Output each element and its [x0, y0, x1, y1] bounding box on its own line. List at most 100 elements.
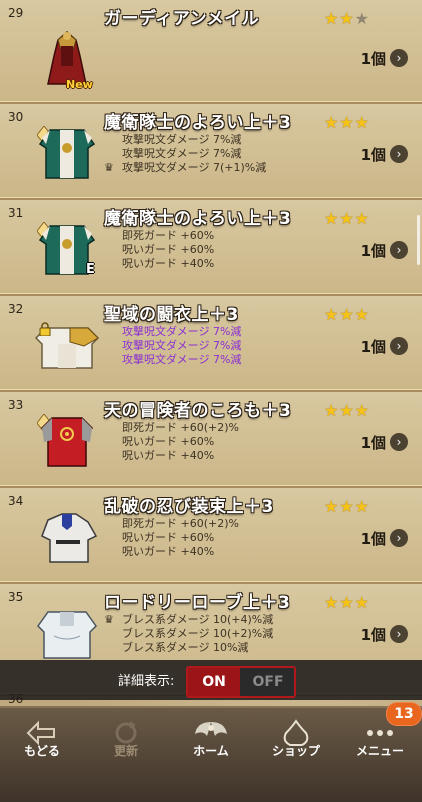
item-count: 1個 [360, 50, 386, 68]
stat-list: 攻撃呪文ダメージ 7%減 攻撃呪文ダメージ 7%減 攻撃呪文ダメージ 7%減 [104, 325, 241, 367]
chevron-right-icon[interactable]: › [390, 529, 408, 547]
star-icon: ★ [323, 113, 340, 132]
star-icon: ★ [339, 401, 355, 420]
star-icon: ★ [323, 401, 340, 420]
item-name: 魔衛隊士のよろい上＋3 [104, 209, 292, 229]
stat-line: ♛ 攻撃呪文ダメージ 7(+1)%減 [104, 161, 267, 174]
chevron-right-icon[interactable]: › [390, 241, 408, 259]
rarity-stars: ★★★ [324, 9, 370, 28]
star-icon: ★ [354, 113, 370, 132]
item-count: 1個 [360, 146, 386, 164]
stat-line: 攻撃呪文ダメージ 7%減 [122, 339, 242, 352]
detail-display-label: 詳細表示: [118, 674, 175, 689]
star-empty-icon: ★ [354, 9, 370, 28]
lock-icon [39, 322, 51, 336]
stat-line: 呪いガード +40% [122, 449, 215, 462]
slime-crown-icon: ♛ [104, 613, 114, 626]
item-count: 1個 [360, 242, 386, 260]
list-item[interactable]: 33 天の冒険者のころも＋3 ★★★ 即死ガード +60(+2)% 呪いガード … [0, 392, 422, 488]
list-item[interactable]: 32 聖域の闘衣上＋3 ★★★ 攻撃呪文ダメージ 7%減 攻撃呪文ダメージ 7%… [0, 296, 422, 392]
item-count: 1個 [360, 434, 386, 452]
chevron-right-icon[interactable]: › [390, 337, 408, 355]
stat-line: 攻撃呪文ダメージ 7%減 [122, 147, 242, 160]
nav-refresh-button[interactable]: 更新 [84, 708, 168, 802]
detail-toggle[interactable]: ON OFF [186, 666, 296, 698]
nav-label: メニュー [355, 744, 404, 758]
item-name: 魔衛隊士のよろい上＋3 [104, 113, 292, 133]
equipped-tag: E [86, 262, 95, 277]
stat-line: 呪いガード +60% [122, 435, 215, 448]
scrollbar[interactable] [417, 215, 420, 265]
rarity-stars: ★★★ [324, 113, 370, 132]
rarity-stars: ★★★ [324, 209, 370, 228]
stat-line: 呪いガード +60% [122, 243, 215, 256]
star-icon: ★ [354, 401, 370, 420]
item-number: 29 [8, 6, 24, 20]
star-icon: ★ [323, 305, 340, 324]
stat-line: ブレス系ダメージ 10%減 [122, 641, 249, 654]
chevron-right-icon[interactable]: › [390, 433, 408, 451]
robe-red-icon [40, 417, 94, 467]
nav-home-button[interactable]: ホーム [168, 708, 254, 802]
item-count: 1個 [360, 338, 386, 356]
rarity-stars: ★★★ [324, 401, 370, 420]
chevron-right-icon[interactable]: › [390, 145, 408, 163]
list-item[interactable]: 30 魔衛隊士のよろい上＋3 ★★★ 攻撃呪文ダメージ 7%減 攻撃呪文ダメージ… [0, 104, 422, 200]
stat-line: 呪いガード +60% [122, 531, 215, 544]
star-icon: ★ [323, 209, 340, 228]
star-icon: ★ [339, 9, 355, 28]
star-icon: ★ [323, 497, 340, 516]
star-icon: ★ [354, 497, 370, 516]
armor-green-white-icon [38, 129, 96, 179]
star-icon: ★ [354, 593, 370, 612]
item-count: 1個 [360, 626, 386, 644]
stat-line: 即死ガード +60(+2)% [122, 517, 239, 530]
notification-badge: 13 [386, 702, 422, 726]
nav-shop-button[interactable]: ショップ [254, 708, 338, 802]
list-item[interactable]: 34 乱破の忍び装束上＋3 ★★★ 即死ガード +60(+2)% 呪いガード +… [0, 488, 422, 584]
list-item[interactable]: 29 New ガーディアンメイル ★★★ 1個 › [0, 0, 422, 104]
nav-label: 更新 [113, 744, 138, 758]
item-number: 32 [8, 302, 24, 316]
star-icon: ★ [339, 593, 355, 612]
star-icon: ★ [354, 209, 370, 228]
item-name: 聖域の闘衣上＋3 [104, 305, 239, 325]
stat-line: 即死ガード +60% [122, 229, 215, 242]
star-icon: ★ [339, 305, 355, 324]
robe-white-icon [37, 611, 97, 659]
item-name: 乱破の忍び装束上＋3 [104, 497, 274, 517]
item-name: 天の冒険者のころも＋3 [104, 401, 292, 421]
stat-line: ブレス系ダメージ 10(+2)%減 [122, 627, 274, 640]
stat-list: 即死ガード +60(+2)% 呪いガード +60% 呪いガード +40% [104, 517, 239, 559]
stat-list: 即死ガード +60(+2)% 呪いガード +60% 呪いガード +40% [104, 421, 239, 463]
item-number: 35 [8, 590, 24, 604]
rarity-stars: ★★★ [324, 497, 370, 516]
list-item[interactable]: 31 E 魔衛隊士のよろい上＋3 ★★★ 即死ガード +60% 呪いガード +6… [0, 200, 422, 296]
stat-list: 攻撃呪文ダメージ 7%減 攻撃呪文ダメージ 7%減 ♛ 攻撃呪文ダメージ 7(+1… [104, 133, 266, 175]
chevron-right-icon[interactable]: › [390, 625, 408, 643]
chevron-right-icon[interactable]: › [390, 49, 408, 67]
slime-crown-icon: ♛ [104, 161, 114, 174]
rarity-stars: ★★★ [324, 305, 370, 324]
item-name: ロードリーローブ上＋3 [104, 593, 291, 613]
toggle-on-button[interactable]: ON [188, 668, 240, 696]
star-icon: ★ [339, 209, 355, 228]
item-number: 30 [8, 110, 24, 124]
nav-label: もどる [24, 744, 60, 758]
ninja-garb-icon [41, 513, 98, 563]
stat-line: ♛ ブレス系ダメージ 10(+4)%減 [104, 613, 274, 626]
stat-line: 即死ガード +60(+2)% [122, 421, 239, 434]
stat-line: 攻撃呪文ダメージ 7%減 [122, 353, 242, 366]
stat-list: ♛ ブレス系ダメージ 10(+4)%減 ブレス系ダメージ 10(+2)%減 ブレス… [104, 613, 273, 655]
stat-line: 攻撃呪文ダメージ 7%減 [122, 133, 242, 146]
item-number: 33 [8, 398, 24, 412]
star-icon: ★ [323, 9, 340, 28]
stat-line: 攻撃呪文ダメージ 7%減 [122, 325, 242, 338]
star-icon: ★ [339, 497, 355, 516]
toggle-off-button[interactable]: OFF [242, 668, 294, 696]
nav-back-button[interactable]: もどる [0, 708, 84, 802]
star-icon: ★ [339, 113, 355, 132]
bottom-nav: もどる 更新 ホーム ショップ メニュー [0, 706, 422, 802]
rarity-stars: ★★★ [324, 593, 370, 612]
star-icon: ★ [354, 305, 370, 324]
